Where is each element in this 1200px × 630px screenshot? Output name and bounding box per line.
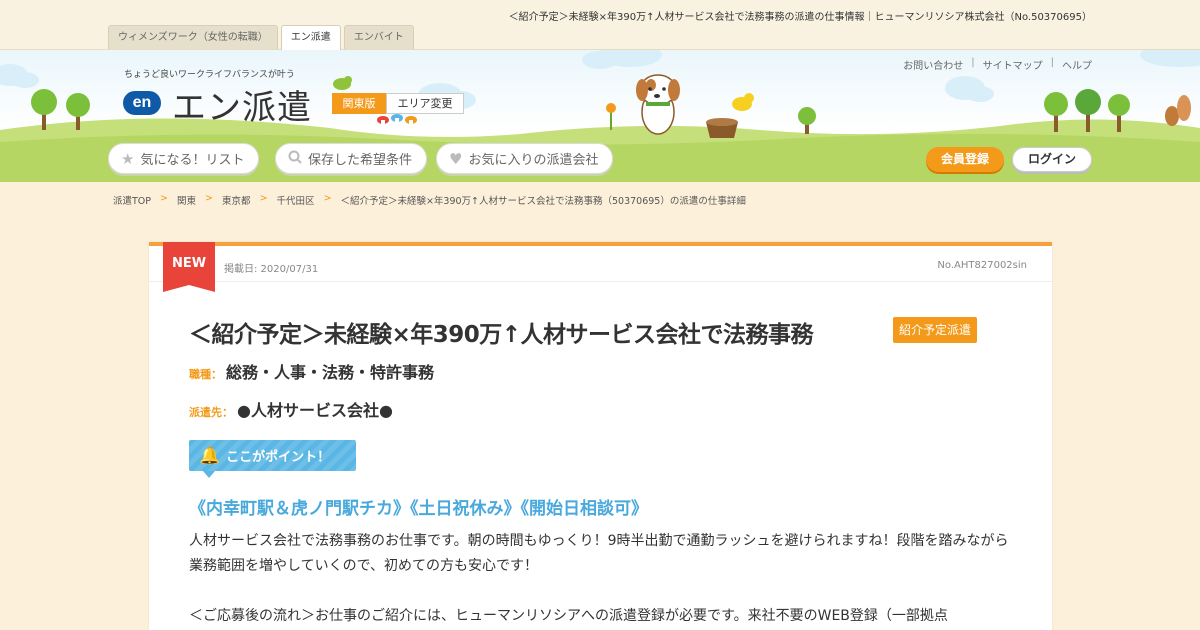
introduction-dispatch-badge: 紹介予定派遣 [893,317,978,343]
dispatch-row: 派遣先： ●人材サービス会社● [189,397,393,421]
breadcrumb-current: ＜紹介予定＞未経験×年390万↑人材サービス会社で法務事務（50370695）の… [340,196,746,207]
register-button[interactable]: 会員登録 [926,147,1004,172]
occupation-label: 職種： [189,368,222,381]
en-logo-badge[interactable]: en [123,91,161,115]
job-title: ＜紹介予定＞未経験×年390万↑人材サービス会社で法務事務 [189,322,814,348]
site-tabs: ウィメンズワーク（女性の転職） エン派遣 エンバイト [108,25,414,50]
occupation-value: 総務・人事・法務・特許事務 [226,363,435,382]
breadcrumb-arrow: > [323,193,332,204]
watchlist-button[interactable]: ★ 気になる！リスト [108,143,260,174]
breadcrumb-arrow: > [160,193,168,204]
site-tab-en-baito[interactable]: エンバイト [343,25,414,49]
watchlist-label: 気になる！リスト [140,153,245,168]
job-detail-card: NEW 掲載日: 2020/07/31 No.AHT827002sin ＜紹介予… [149,242,1052,630]
dispatch-value: ●人材サービス会社● [237,401,393,420]
page-heading: ＜紹介予定＞未経験×年390万↑人材サービス会社で法務事務の派遣の仕事情報｜ヒュ… [508,12,1092,23]
top-bar: ＜紹介予定＞未経験×年390万↑人材サービス会社で法務事務の派遣の仕事情報｜ヒュ… [0,0,1200,50]
bell-icon: 🔔 [199,445,221,466]
help-link[interactable]: ヘルプ [1062,57,1092,72]
badge-tail [203,471,215,478]
separator: | [971,57,975,68]
login-button[interactable]: ログイン [1012,147,1092,172]
new-flag: NEW [163,242,215,292]
breadcrumb-item[interactable]: 関東 [177,193,196,207]
area-change-button[interactable]: エリア変更 [386,93,464,114]
post-date: 掲載日: 2020/07/31 [224,264,319,275]
point-label: ここがポイント！ [226,450,331,465]
occupation-row: 職種： 総務・人事・法務・特許事務 [189,359,434,383]
search-icon [288,150,302,168]
job-description: 人材サービス会社で法務事務のお仕事です。朝の時間もゆっくり！9時半出勤で通勤ラッ… [189,533,1009,574]
site-tab-en-haken[interactable]: エン派遣 [280,25,341,50]
site-header: ちょうど良いワークライフバランスが叶う en エン派遣 関東版 エリア変更 お問… [0,50,1200,182]
separator: | [1050,57,1054,68]
breadcrumb-item[interactable]: 千代田区 [276,193,314,207]
utility-links: お問い合わせ | サイトマップ | ヘルプ [903,57,1092,72]
star-icon: ★ [121,149,135,168]
job-number: No.AHT827002sin [937,260,1027,271]
saved-conditions-label: 保存した希望条件 [308,153,413,168]
saved-conditions-button[interactable]: 保存した希望条件 [275,143,428,174]
favorite-agencies-button[interactable]: ♥ お気に入りの派遣会社 [436,143,614,174]
point-badge: 🔔 ここがポイント！ [189,440,356,478]
breadcrumb-arrow: > [259,193,268,204]
application-flow-text: ＜ご応募後の流れ＞お仕事のご紹介には、ヒューマンリソシアへの派遣登録が必要です。… [189,608,948,624]
heart-icon: ♥ [449,149,463,168]
region-label: 関東版 [332,93,386,114]
favorite-agencies-label: お気に入りの派遣会社 [468,153,599,168]
dispatch-label: 派遣先： [189,406,233,419]
contact-link[interactable]: お問い合わせ [903,57,963,72]
dog-illustration [636,74,680,135]
tagline: ちょうど良いワークライフバランスが叶う [124,70,295,80]
breadcrumb-arrow: > [205,193,213,204]
breadcrumb-item[interactable]: 派遣TOP [113,193,151,207]
job-highlights: 《内幸町駅＆虎ノ門駅チカ》《土日祝休み》《開始日相談可》 [189,499,648,519]
site-tab-womens-work[interactable]: ウィメンズワーク（女性の転職） [108,25,278,49]
breadcrumb-item[interactable]: 東京都 [222,193,251,207]
site-logo-text[interactable]: エン派遣 [172,80,312,129]
job-meta-bar: NEW 掲載日: 2020/07/31 No.AHT827002sin [149,242,1052,292]
sitemap-link[interactable]: サイトマップ [983,57,1043,72]
breadcrumb: 派遣TOP > 関東 > 東京都 > 千代田区 > ＜紹介予定＞未経験×年390万↑人材… [113,193,746,207]
